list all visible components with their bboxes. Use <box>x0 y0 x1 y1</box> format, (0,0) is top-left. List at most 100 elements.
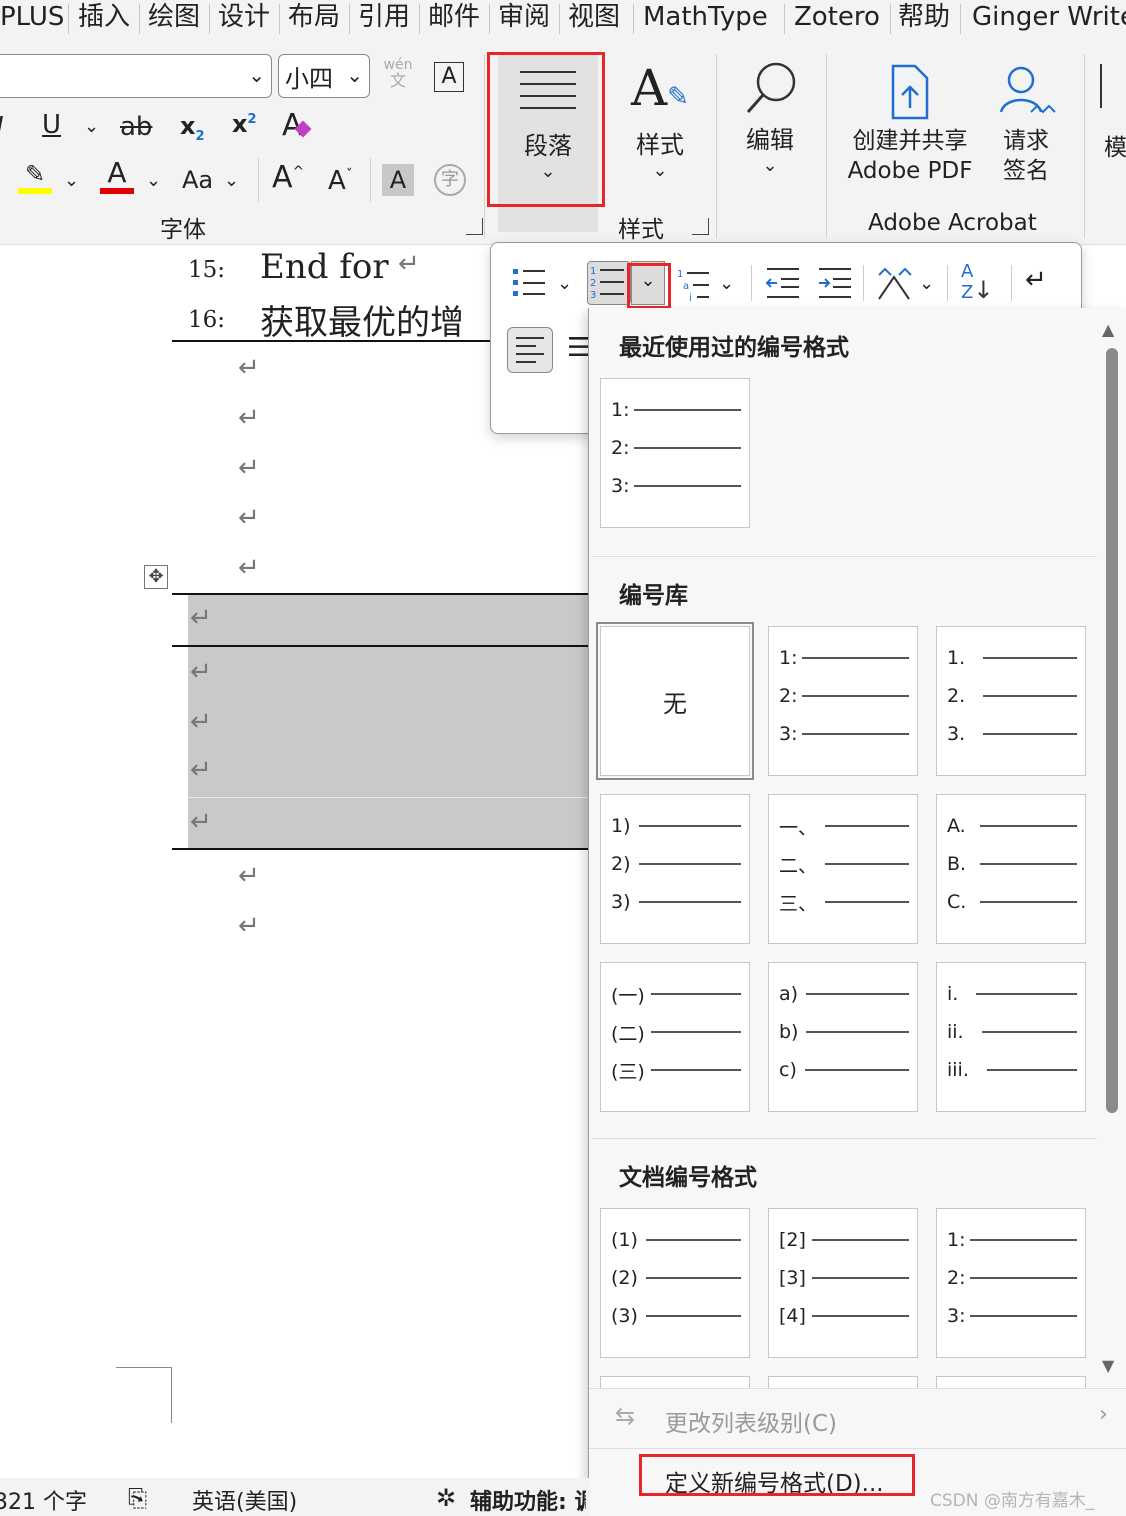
paragraph-mark: ↵ <box>190 603 212 633</box>
library-format-cell[interactable]: (一) (二) (三) <box>600 962 750 1112</box>
create-share-pdf-button[interactable]: 创建并共享 Adobe PDF <box>842 62 978 186</box>
align-left-icon <box>516 337 544 363</box>
chevron-down-icon[interactable]: ⌄ <box>224 170 239 191</box>
library-format-cell[interactable]: a) b) c) <box>768 962 918 1112</box>
character-border-button[interactable]: A <box>434 62 464 92</box>
font-color-button[interactable]: A <box>100 158 134 194</box>
table-row-selected[interactable] <box>188 798 590 848</box>
language-indicator[interactable]: 英语(美国) <box>192 1484 297 1516</box>
request-signature-button[interactable]: 请求 签名 <box>990 62 1062 186</box>
enclose-characters-button[interactable]: 字 <box>434 164 466 196</box>
template-button-label[interactable]: 模 <box>1104 128 1126 162</box>
table-row-selected[interactable] <box>188 647 590 797</box>
superscript-button[interactable]: x2 <box>232 110 257 138</box>
tab-ginger[interactable]: Ginger Write <box>972 0 1126 34</box>
styles-dialog-launcher[interactable] <box>692 218 709 235</box>
phonetic-guide-button[interactable]: wén 文 <box>380 58 416 90</box>
font-dialog-launcher[interactable] <box>466 218 483 235</box>
chevron-down-icon: ⌄ <box>652 160 668 181</box>
subscript-button[interactable]: x2 <box>180 112 205 144</box>
chevron-down-icon[interactable]: ⌄ <box>146 170 161 191</box>
character-shading-button[interactable]: A <box>382 164 414 196</box>
annotation-red-box <box>487 52 605 207</box>
divider <box>826 54 827 238</box>
chevron-down-icon: ⌄ <box>762 155 778 176</box>
chevron-down-icon[interactable]: ⌄ <box>557 273 572 294</box>
chevron-down-icon: ⌄ <box>248 63 265 87</box>
dropdown-scrollbar[interactable]: ▲ ▼ <box>1102 318 1122 1378</box>
highlight-color-button[interactable]: ✎ <box>18 160 52 194</box>
scroll-up-icon[interactable]: ▲ <box>1102 320 1114 339</box>
edit-button[interactable]: 编辑 ⌄ <box>730 60 810 176</box>
format-none-cell[interactable]: 无 <box>596 622 754 780</box>
annotation-red-box <box>627 263 671 309</box>
tab-mailings[interactable]: 邮件 <box>428 0 480 34</box>
document-format-cell[interactable]: 1: 2: 3: <box>936 1208 1086 1358</box>
chevron-down-icon[interactable]: ⌄ <box>719 273 734 294</box>
paragraph-mark: ↵ <box>398 249 420 279</box>
align-left-button[interactable] <box>507 327 553 373</box>
library-format-cell[interactable]: A. B. C. <box>936 794 1086 944</box>
italic-button[interactable]: I <box>0 112 4 142</box>
tab-layout[interactable]: 布局 <box>288 0 340 34</box>
library-format-cell[interactable]: 1: 2: 3: <box>768 626 918 776</box>
sort-icon[interactable]: A Z↓ <box>961 263 993 303</box>
numbering-button[interactable]: 1 2 3 <box>587 261 631 305</box>
styles-button[interactable]: A✎ 样式 ⌄ <box>620 60 700 181</box>
tab-plus[interactable]: PLUS <box>0 0 64 34</box>
chevron-down-icon[interactable]: ⌄ <box>84 116 99 137</box>
font-name-combo[interactable]: ⌄ <box>0 54 272 98</box>
library-format-cell[interactable]: 1) 2) 3) <box>600 794 750 944</box>
show-paragraph-marks-icon[interactable]: ↵ <box>1025 265 1047 295</box>
strikethrough-button[interactable]: ab <box>120 112 152 142</box>
recent-format-cell[interactable]: 1: 2: 3: <box>600 378 750 528</box>
tab-view[interactable]: 视图 <box>568 0 620 34</box>
word-count[interactable]: 321 个字 <box>0 1484 87 1516</box>
table-move-handle-icon[interactable]: ✥ <box>144 565 168 589</box>
document-format-cell[interactable] <box>936 1376 1086 1388</box>
tab-zotero[interactable]: Zotero <box>794 0 880 34</box>
divider <box>484 54 485 238</box>
numbering-library-dropdown: 最近使用过的编号格式 1: 2: 3: 编号库 无 1: 2: 3: 1. 2.… <box>588 308 1126 1516</box>
tab-help[interactable]: 帮助 <box>898 0 950 34</box>
align-center-icon[interactable]: ☰ <box>567 333 590 363</box>
divider <box>1011 265 1012 301</box>
grow-font-button[interactable]: A^ <box>272 160 304 195</box>
proofing-icon[interactable]: ⎘ <box>128 1484 147 1512</box>
tab-review[interactable]: 审阅 <box>498 0 550 34</box>
chevron-down-icon[interactable]: ⌄ <box>64 170 79 191</box>
library-format-cell[interactable]: 1. 2. 3. <box>936 626 1086 776</box>
scroll-down-icon[interactable]: ▼ <box>1102 1356 1114 1375</box>
document-format-cell[interactable] <box>600 1376 750 1388</box>
clear-formatting-button[interactable]: A <box>282 108 312 143</box>
increase-indent-icon[interactable] <box>817 265 853 301</box>
tab-design[interactable]: 设计 <box>218 0 270 34</box>
font-size-value: 小四 <box>285 65 333 93</box>
document-format-cell[interactable] <box>768 1376 918 1388</box>
tab-insert[interactable]: 插入 <box>78 0 130 34</box>
table-row-selected[interactable] <box>188 595 590 645</box>
shrink-font-button[interactable]: Aˇ <box>328 166 353 196</box>
styles-group-label: 样式 <box>618 217 664 243</box>
scrollbar-thumb[interactable] <box>1106 348 1118 1113</box>
document-format-cell[interactable]: [2] [3] [4] <box>768 1208 918 1358</box>
change-list-level-item[interactable]: ⇆ 更改列表级别(C) › <box>589 1390 1126 1448</box>
tab-references[interactable]: 引用 <box>358 0 410 34</box>
accessibility-status[interactable]: 辅助功能: 调 <box>470 1484 586 1516</box>
change-case-button[interactable]: Aa <box>182 166 213 194</box>
library-format-cell[interactable]: 一、 二、 三、 <box>768 794 918 944</box>
line-number: 16: <box>188 307 226 333</box>
line-spacing-icon[interactable] <box>875 265 913 303</box>
bullets-icon[interactable] <box>509 263 549 303</box>
tab-draw[interactable]: 绘图 <box>148 0 200 34</box>
chevron-down-icon[interactable]: ⌄ <box>919 273 934 294</box>
document-format-cell[interactable]: (1) (2) (3) <box>600 1208 750 1358</box>
section-divider <box>591 1138 1097 1139</box>
underline-button[interactable]: U <box>42 110 61 140</box>
multilevel-list-icon[interactable]: 1 a i <box>675 265 715 305</box>
font-size-combo[interactable]: 小四 ⌄ <box>278 54 370 98</box>
library-format-cell[interactable]: i. ii. iii. <box>936 962 1086 1112</box>
decrease-indent-icon[interactable] <box>765 265 801 301</box>
pdf-share-icon <box>891 64 929 120</box>
tab-mathtype[interactable]: MathType <box>643 0 768 34</box>
